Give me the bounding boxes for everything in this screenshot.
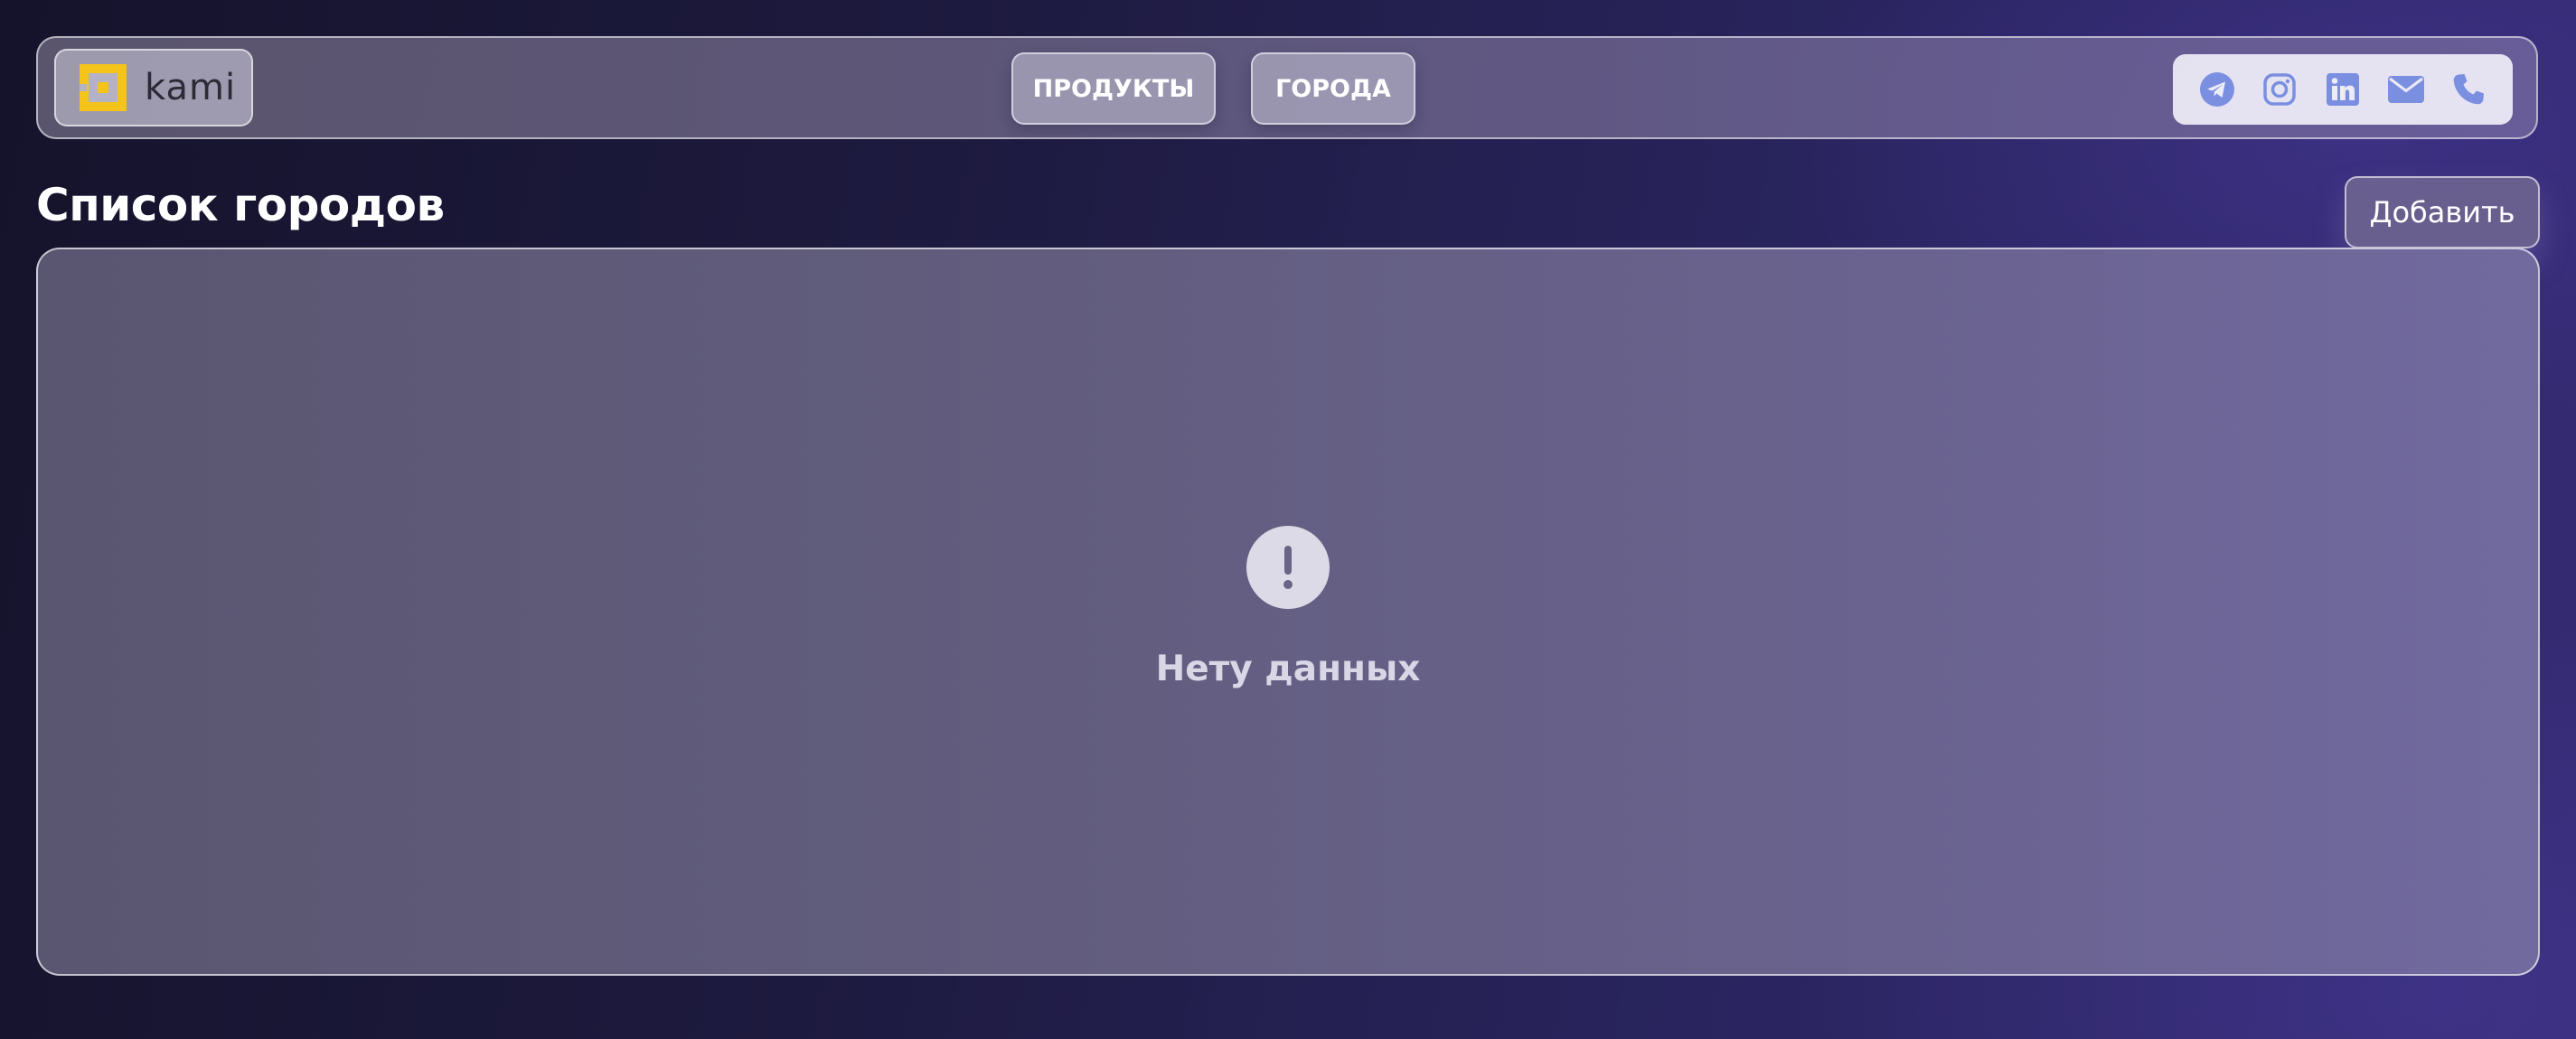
empty-message: Нету данных <box>1155 649 1421 689</box>
logo-text: kami <box>145 67 237 108</box>
mail-icon[interactable] <box>2386 70 2426 109</box>
add-button[interactable]: Добавить <box>2345 176 2540 248</box>
phone-icon[interactable] <box>2449 70 2488 109</box>
empty-state: Нету данных <box>38 526 2538 689</box>
telegram-icon[interactable] <box>2197 70 2237 109</box>
nav-products-button[interactable]: ПРОДУКТЫ <box>1011 52 1216 125</box>
top-header: kami ПРОДУКТЫ ГОРОДА <box>36 36 2538 139</box>
page-title: Список городов <box>36 179 445 231</box>
cities-list-panel: Нету данных <box>36 248 2540 976</box>
instagram-icon[interactable] <box>2260 70 2299 109</box>
social-links <box>2173 54 2513 125</box>
kami-logo-icon <box>80 64 127 111</box>
exclamation-icon <box>1246 526 1330 609</box>
linkedin-icon[interactable] <box>2323 70 2363 109</box>
logo-button[interactable]: kami <box>54 49 253 126</box>
nav-cities-button[interactable]: ГОРОДА <box>1251 52 1415 125</box>
